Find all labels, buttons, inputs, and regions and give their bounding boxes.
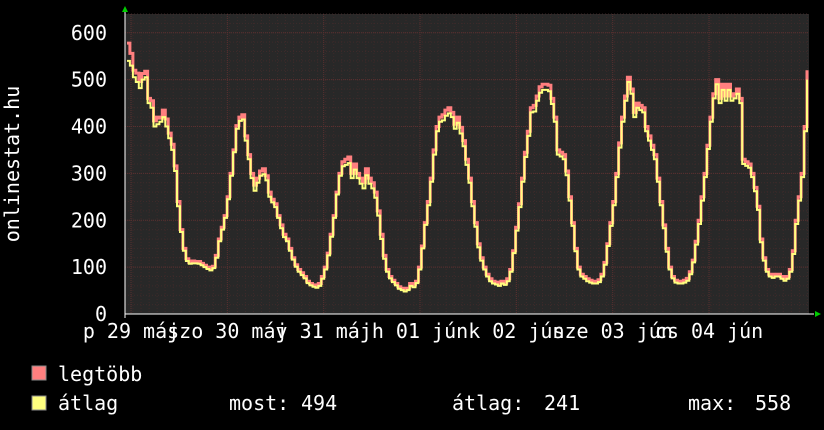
stat-max-label: max: xyxy=(688,391,736,415)
stat-most-value: 494 xyxy=(301,391,337,415)
legend-swatch-atlag xyxy=(31,395,47,411)
legend-swatch-legtobb xyxy=(31,365,47,381)
legend-label-legtobb: legtöbb xyxy=(58,362,142,386)
stat-most-label: most: xyxy=(229,391,289,415)
y-tick-label: 300 xyxy=(71,161,107,185)
y-tick-label: 500 xyxy=(71,68,107,92)
chart-svg: 0100200300400500600 p 29 májszo 30 májv … xyxy=(0,0,824,430)
x-axis-ticks: p 29 májszo 30 májv 31 máj h 01 jún k 02 j… xyxy=(83,319,763,343)
x-tick-label: v 31 máj xyxy=(276,319,372,343)
x-tick-label: h 01 jún xyxy=(372,319,468,343)
chart: 0 100 200 300 400 500 600 p 29 máj szo 30 máj v … xyxy=(0,0,824,430)
y-tick-label: 200 xyxy=(71,208,107,232)
stat-max-value: 558 xyxy=(755,391,791,415)
x-tick-label: szo 30 máj xyxy=(167,319,287,343)
x-tick-label: p 29 máj xyxy=(83,319,179,343)
y-tick-label: 600 xyxy=(71,21,107,45)
y-tick-label: 100 xyxy=(71,255,107,279)
x-tick-label: cs 04 jún xyxy=(655,319,763,343)
y-tick-label: 400 xyxy=(71,115,107,139)
y-axis-label: onlinestat.hu xyxy=(0,86,24,243)
legend-label-atlag: átlag xyxy=(58,391,118,415)
stat-atlag-label: átlag: xyxy=(452,391,524,415)
x-tick-label: k 02 jún xyxy=(468,319,564,343)
stat-atlag-value: 241 xyxy=(544,391,580,415)
